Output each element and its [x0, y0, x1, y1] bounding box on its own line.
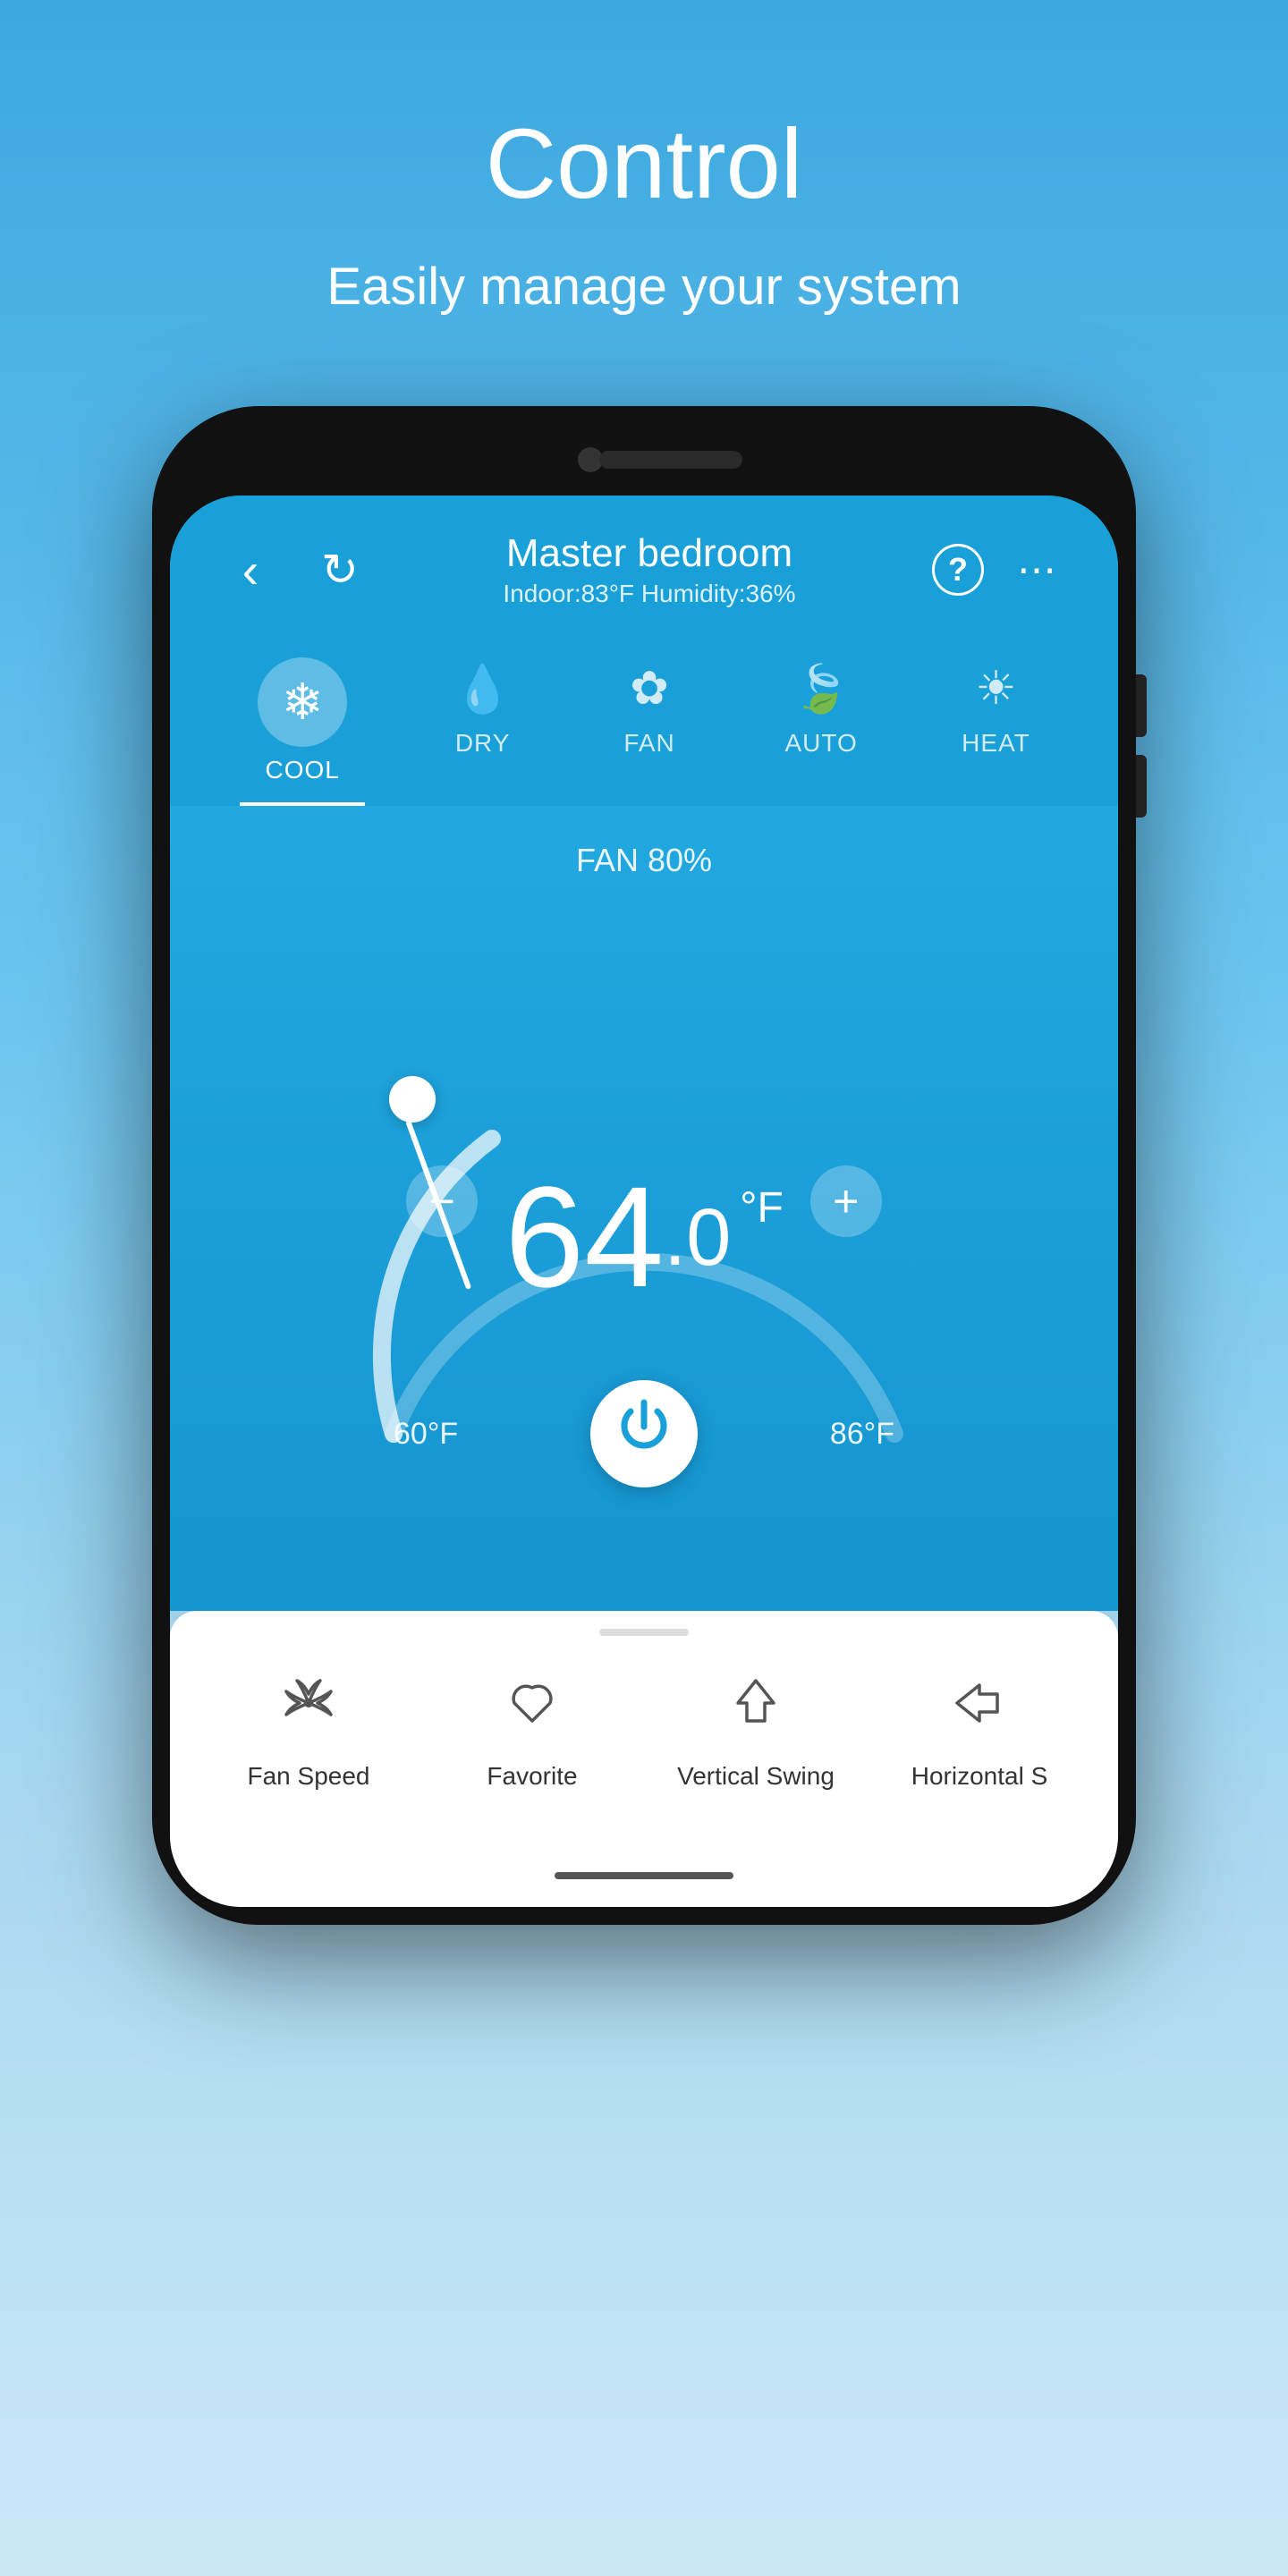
fan-percentage-label: FAN 80% — [576, 842, 712, 879]
page-title: Control — [486, 107, 803, 221]
minus-icon: − — [429, 1175, 455, 1227]
header-right: ? ⋯ — [932, 543, 1064, 597]
dial-container: − 64 .0 °F + — [304, 897, 984, 1523]
temperature-display: − 64 .0 °F + — [406, 1112, 882, 1309]
tab-fan[interactable]: ✿ FAN — [600, 644, 699, 806]
temperature-unit: °F — [740, 1183, 784, 1233]
home-indicator — [555, 1872, 733, 1879]
help-icon: ? — [948, 551, 968, 589]
fan-label: FAN — [623, 729, 674, 758]
horizontal-swing-label: Horizontal S — [911, 1762, 1048, 1791]
tab-heat[interactable]: ☀ HEAT — [944, 644, 1048, 806]
temp-max-label: 86°F — [830, 1417, 894, 1452]
vertical-swing-label: Vertical Swing — [677, 1762, 835, 1791]
power-icon — [613, 1395, 675, 1472]
refresh-button[interactable]: ↻ — [313, 543, 367, 597]
action-favorite[interactable]: Favorite — [443, 1672, 622, 1791]
plus-icon: + — [833, 1175, 859, 1227]
phone-shell: ‹ ↻ Master bedroom Indoor:83°F Humidity:… — [152, 406, 1136, 1925]
minus-button[interactable]: − — [406, 1165, 478, 1237]
heat-label: HEAT — [962, 729, 1030, 758]
dry-label: DRY — [455, 729, 511, 758]
bottom-sheet-handle — [599, 1629, 689, 1636]
room-name: Master bedroom — [503, 531, 795, 576]
bottom-actions: Fan Speed Favorite — [170, 1672, 1118, 1791]
indoor-info: Indoor:83°F Humidity:36% — [503, 580, 795, 608]
back-button[interactable]: ‹ — [224, 543, 277, 597]
header-center: Master bedroom Indoor:83°F Humidity:36% — [503, 531, 795, 608]
tab-dry[interactable]: 💧 DRY — [434, 644, 532, 806]
temperature-value: 64 — [504, 1165, 664, 1309]
tab-cool[interactable]: ❄ COOL — [240, 644, 365, 806]
page-subtitle: Easily manage your system — [326, 257, 961, 317]
help-button[interactable]: ? — [932, 544, 984, 596]
auto-label: AUTO — [784, 729, 857, 758]
plus-button[interactable]: + — [810, 1165, 882, 1237]
fan-speed-icon — [277, 1672, 340, 1748]
action-vertical-swing[interactable]: Vertical Swing — [666, 1672, 845, 1791]
action-fan-speed[interactable]: Fan Speed — [219, 1672, 398, 1791]
thermostat-area: FAN 80% − — [170, 806, 1118, 1611]
auto-icon: 🍃 — [790, 657, 852, 720]
cool-icon: ❄ — [258, 657, 347, 747]
power-button[interactable] — [590, 1380, 698, 1487]
header-left: ‹ ↻ — [224, 543, 367, 597]
volume-down-button[interactable] — [1136, 755, 1147, 818]
phone-screen: ‹ ↻ Master bedroom Indoor:83°F Humidity:… — [170, 496, 1118, 1907]
dry-icon: 💧 — [452, 657, 514, 720]
horizontal-swing-icon — [948, 1672, 1011, 1748]
volume-up-button[interactable] — [1136, 674, 1147, 737]
phone-top-bar — [170, 424, 1118, 496]
phone-speaker — [599, 451, 742, 469]
temp-min-label: 60°F — [394, 1417, 458, 1452]
more-button[interactable]: ⋯ — [1011, 543, 1064, 597]
fan-speed-label: Fan Speed — [248, 1762, 370, 1791]
bottom-sheet: Fan Speed Favorite — [170, 1611, 1118, 1844]
action-horizontal-swing[interactable]: Horizontal S — [890, 1672, 1069, 1791]
phone-bottom-bar — [170, 1844, 1118, 1907]
cool-label: COOL — [266, 756, 340, 784]
heat-icon: ☀ — [964, 657, 1027, 720]
favorite-label: Favorite — [487, 1762, 577, 1791]
mode-tabs: ❄ COOL 💧 DRY ✿ FAN 🍃 AUTO ☀ HEAT — [170, 626, 1118, 806]
vertical-swing-icon — [724, 1672, 787, 1748]
temperature-decimal: .0 — [664, 1192, 731, 1284]
favorite-icon — [501, 1672, 564, 1748]
tab-auto[interactable]: 🍃 AUTO — [767, 644, 875, 806]
fan-icon: ✿ — [618, 657, 681, 720]
app-header: ‹ ↻ Master bedroom Indoor:83°F Humidity:… — [170, 496, 1118, 626]
